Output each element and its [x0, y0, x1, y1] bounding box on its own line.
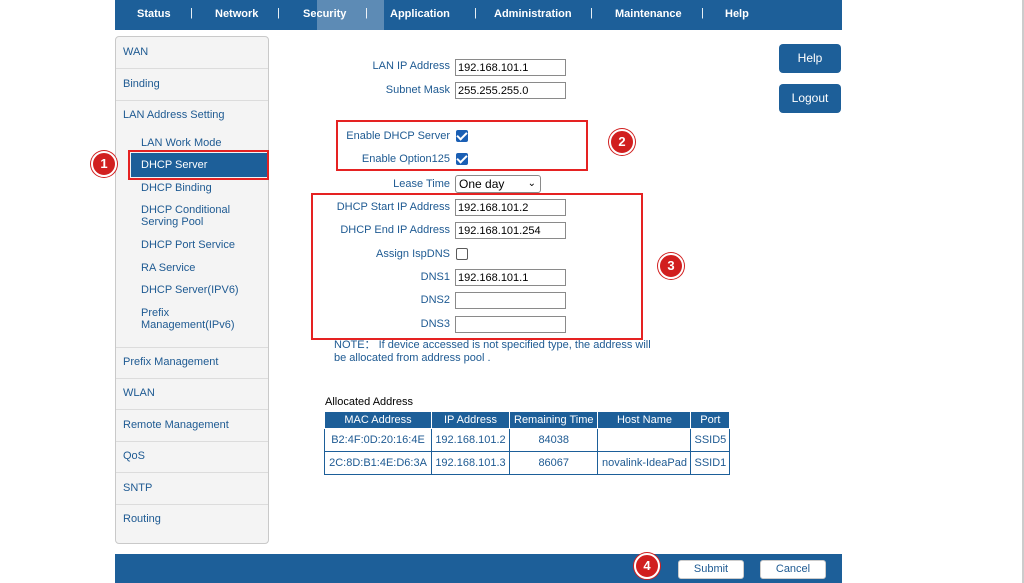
nav-separator: | [277, 7, 280, 19]
table-header-port: Port [690, 411, 731, 429]
allocated-address-table: MAC Address IP Address Remaining Time Ho… [324, 411, 731, 475]
enable-dhcp-checkbox[interactable] [456, 130, 468, 142]
sidebar: WAN Binding LAN Address Setting LAN Work… [115, 36, 269, 544]
sidebar-item-binding[interactable]: Binding [123, 78, 160, 90]
lease-time-select[interactable]: One day ⌄ [455, 175, 541, 193]
sidebar-subitem-ra-service[interactable]: RA Service [141, 262, 195, 274]
sidebar-item-routing[interactable]: Routing [123, 513, 161, 525]
assign-ispdns-checkbox[interactable] [456, 248, 468, 260]
annotation-badge-4: 4 [634, 553, 660, 579]
table-cell-ip: 192.168.101.2 [431, 428, 510, 452]
annotation-badge-3: 3 [658, 253, 684, 279]
assign-ispdns-label: Assign IspDNS [376, 248, 450, 260]
subnet-mask-field[interactable] [455, 82, 566, 99]
footer-bar: Submit Cancel [115, 554, 842, 583]
nav-separator: | [590, 7, 593, 19]
table-cell-mac: 2C:8D:B1:4E:D6:3A [324, 451, 432, 475]
dns3-label: DNS3 [420, 318, 450, 330]
nav-status[interactable]: Status [137, 8, 171, 20]
table-row: 2C:8D:B1:4E:D6:3A 192.168.101.3 86067 no… [324, 451, 731, 475]
nav-network[interactable]: Network [215, 8, 258, 20]
sidebar-item-sntp[interactable]: SNTP [123, 482, 152, 494]
nav-separator: | [190, 7, 193, 19]
table-cell-remaining-time: 86067 [508, 451, 599, 475]
table-cell-host-name: novalink-IdeaPad [597, 451, 692, 475]
enable-option125-checkbox[interactable] [456, 153, 468, 165]
chevron-down-icon: ⌄ [527, 178, 536, 189]
dns2-label: DNS2 [420, 294, 450, 306]
sidebar-subitem-dhcp-conditional-serving-pool[interactable]: DHCP Conditional Serving Pool [141, 204, 241, 228]
table-cell-ip: 192.168.101.3 [431, 451, 510, 475]
annotation-badge-2: 2 [609, 129, 635, 155]
sidebar-divider [116, 378, 268, 379]
sidebar-item-qos[interactable]: QoS [123, 450, 145, 462]
lan-ip-label: LAN IP Address [372, 60, 450, 72]
sidebar-divider [116, 68, 268, 69]
subnet-mask-label: Subnet Mask [385, 84, 450, 96]
table-header-row: MAC Address IP Address Remaining Time Ho… [324, 411, 731, 429]
table-cell-port: SSID5 [690, 428, 731, 452]
lan-ip-field[interactable] [455, 59, 566, 76]
table-cell-remaining-time: 84038 [508, 428, 599, 452]
enable-option125-label: Enable Option125 [361, 153, 450, 165]
sidebar-item-remote-management[interactable]: Remote Management [123, 419, 229, 431]
table-header-remaining-time: Remaining Time [508, 411, 599, 429]
lease-time-value: One day [459, 177, 505, 191]
nav-separator: | [701, 7, 704, 19]
sidebar-subitem-prefix-management-ipv6[interactable]: Prefix Management(IPv6) [141, 307, 241, 331]
enable-dhcp-label: Enable DHCP Server [346, 130, 450, 142]
dhcp-start-label: DHCP Start IP Address [336, 201, 450, 213]
nav-security[interactable]: Security [303, 8, 346, 20]
nav-maintenance[interactable]: Maintenance [615, 8, 682, 20]
dhcp-note-text: NOTE： If device accessed is not specifie… [334, 339, 651, 364]
sidebar-item-lan-address-setting[interactable]: LAN Address Setting [123, 109, 225, 121]
help-button[interactable]: Help [779, 44, 841, 73]
table-header-mac: MAC Address [324, 411, 432, 429]
nav-separator: | [474, 7, 477, 19]
lease-time-label: Lease Time [393, 178, 450, 190]
top-nav-bar: Status | Network | Security | Applicatio… [115, 0, 842, 30]
dns2-field[interactable] [455, 292, 566, 309]
nav-separator: | [365, 7, 368, 19]
table-cell-port: SSID1 [690, 451, 731, 475]
annotation-badge-1: 1 [91, 151, 117, 177]
table-row: B2:4F:0D:20:16:4E 192.168.101.2 84038 SS… [324, 428, 731, 452]
dhcp-end-label: DHCP End IP Address [340, 224, 450, 236]
dns1-label: DNS1 [420, 271, 450, 283]
sidebar-item-wan[interactable]: WAN [123, 46, 148, 58]
dns3-field[interactable] [455, 316, 566, 333]
nav-application[interactable]: Application [390, 8, 450, 20]
sidebar-divider [116, 347, 268, 348]
sidebar-divider [116, 100, 268, 101]
dhcp-end-field[interactable] [455, 222, 566, 239]
sidebar-divider [116, 472, 268, 473]
dns1-field[interactable] [455, 269, 566, 286]
nav-help[interactable]: Help [725, 8, 749, 20]
dhcp-start-field[interactable] [455, 199, 566, 216]
sidebar-item-prefix-management[interactable]: Prefix Management [123, 356, 218, 368]
logout-button[interactable]: Logout [779, 84, 841, 113]
nav-administration[interactable]: Administration [494, 8, 572, 20]
submit-button[interactable]: Submit [678, 560, 744, 579]
table-cell-mac: B2:4F:0D:20:16:4E [324, 428, 432, 452]
table-header-host-name: Host Name [597, 411, 692, 429]
sidebar-divider [116, 441, 268, 442]
table-header-ip: IP Address [431, 411, 510, 429]
sidebar-subitem-dhcp-port-service[interactable]: DHCP Port Service [141, 239, 235, 251]
sidebar-subitem-dhcp-server-ipv6[interactable]: DHCP Server(IPV6) [141, 284, 239, 296]
sidebar-divider [116, 409, 268, 410]
cancel-button[interactable]: Cancel [760, 560, 826, 579]
sidebar-subitem-dhcp-binding[interactable]: DHCP Binding [141, 182, 212, 194]
sidebar-divider [116, 504, 268, 505]
allocated-address-title: Allocated Address [325, 396, 414, 408]
table-cell-host-name [597, 428, 692, 452]
sidebar-item-wlan[interactable]: WLAN [123, 387, 155, 399]
annotation-box-1 [128, 150, 269, 180]
sidebar-subitem-lan-work-mode[interactable]: LAN Work Mode [141, 137, 222, 149]
